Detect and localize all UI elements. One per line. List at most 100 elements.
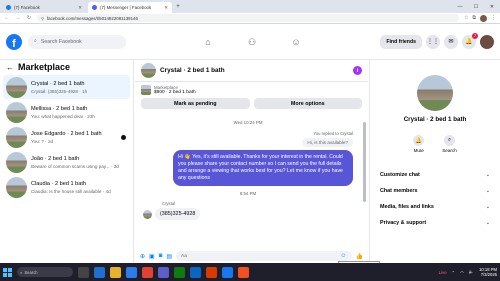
store-icon[interactable] — [126, 266, 137, 278]
browser-tab-strip: (7) Facebook ✕ (7) Messenger | Facebook … — [0, 0, 500, 13]
info-icon[interactable]: i — [353, 66, 362, 75]
app-icon[interactable] — [190, 266, 201, 278]
teams-icon[interactable] — [158, 266, 169, 278]
app-icon[interactable] — [174, 266, 185, 278]
timestamp: Wed 10:24 PM — [233, 120, 263, 125]
conversation-item[interactable]: Jose Edgardo · 2 bed 1 bath You: ? · 2d — [3, 125, 130, 149]
app-icon[interactable] — [206, 266, 217, 278]
file-explorer-icon[interactable] — [110, 266, 121, 278]
quoted-message[interactable]: Hi, is this available? — [302, 138, 353, 147]
live-indicator[interactable]: Live — [439, 270, 447, 275]
mute-button[interactable]: 🔔 Mute — [413, 135, 425, 153]
messenger-icon[interactable]: ✉ — [444, 34, 458, 49]
minimize-button[interactable]: — — [452, 4, 468, 10]
search-input[interactable]: ⌕ Search Facebook — [28, 34, 126, 49]
conversation-preview: You: what happened dear · 23h — [31, 113, 95, 119]
listing-thumbnail[interactable] — [141, 63, 156, 78]
back-arrow-icon[interactable]: ← — [4, 15, 10, 21]
back-arrow-icon[interactable]: ← — [6, 63, 14, 72]
notifications-bell-icon[interactable]: 🔔 7 — [462, 32, 478, 49]
extensions-icon[interactable]: ⧉ — [472, 15, 476, 22]
chat-members-section[interactable]: Chat members ⌄ — [370, 183, 500, 199]
app-icon[interactable] — [238, 266, 249, 278]
close-tab-icon[interactable]: ✕ — [164, 5, 168, 11]
taskbar-search[interactable]: ⌕ Search — [17, 267, 73, 277]
gif-icon[interactable]: ▤ — [166, 253, 172, 260]
chat-scrollbar[interactable] — [363, 122, 366, 202]
conversation-info-panel: Crystal · 2 bed 1 bath 🔔 Mute ⌕ Search C… — [369, 60, 500, 263]
close-tab-icon[interactable]: ✕ — [78, 5, 82, 11]
media-files-links-section[interactable]: Media, files and links ⌄ — [370, 199, 500, 215]
conversation-name: Claudia · 2 bed 1 bath — [31, 180, 87, 187]
menu-grid-icon[interactable]: ⋮⋮ — [426, 34, 440, 49]
listing-card: Marketplace $900 · 2 bed 1 bath Mark as … — [135, 82, 368, 109]
account-avatar[interactable] — [480, 34, 494, 49]
outgoing-message[interactable]: Hi 👋 Yes, it's still available. Thanks f… — [173, 150, 353, 186]
reload-icon[interactable]: ↻ — [26, 15, 32, 21]
find-friends-button[interactable]: Find friends — [380, 34, 422, 49]
reply-label: You replied to Crystal — [313, 131, 353, 136]
home-icon[interactable]: ⌂ — [198, 37, 218, 47]
wifi-icon[interactable]: ◠ — [460, 270, 464, 275]
task-view-icon[interactable] — [78, 266, 89, 278]
close-window-button[interactable]: ✕ — [484, 4, 500, 10]
listing-thumbnail — [6, 176, 27, 198]
messenger-app-icon[interactable] — [222, 266, 233, 278]
star-icon[interactable]: ☆ — [464, 15, 468, 22]
chat-panel: Crystal · 2 bed 1 bath i Marketplace $90… — [135, 60, 368, 263]
clock[interactable]: 10:18 PM 7/3/2025 — [479, 267, 497, 277]
incoming-message[interactable]: (385)325-4928 — [155, 208, 201, 220]
section-label: Media, files and links — [380, 204, 434, 210]
conversation-item[interactable]: Mellissa · 2 bed 1 bath You: what happen… — [3, 100, 130, 124]
message-thread[interactable]: Wed 10:24 PM You replied to Crystal Hi, … — [135, 120, 361, 245]
marketplace-conversations-panel: ← Marketplace Crystal · 2 bed 1 bath Cry… — [0, 60, 134, 263]
listing-thumbnail — [6, 101, 27, 123]
facebook-logo[interactable]: f — [6, 33, 22, 50]
customize-chat-section[interactable]: Customize chat ⌄ — [370, 167, 500, 183]
chat-header: Crystal · 2 bed 1 bath i — [135, 60, 368, 82]
chevron-up-icon[interactable]: ⌃ — [452, 270, 456, 275]
browser-tab-facebook[interactable]: (7) Facebook ✕ — [2, 2, 86, 13]
center-nav: ⌂ ⚇ ☺ — [198, 24, 306, 60]
search-conversation-button[interactable]: ⌕ Search — [442, 135, 457, 153]
profile-avatar[interactable] — [480, 14, 487, 22]
url-text: facebook.com/messages/t/5014922081139146 — [46, 15, 138, 21]
thumbs-up-icon[interactable]: 👍 — [356, 253, 363, 260]
forward-arrow-icon[interactable]: → — [15, 15, 21, 21]
plus-icon[interactable]: ⊕ — [140, 253, 145, 260]
listing-photo[interactable] — [417, 75, 453, 111]
emoji-icon[interactable]: ☺ — [340, 253, 346, 259]
sticker-icon[interactable]: ◙ — [159, 253, 163, 259]
url-field[interactable]: ⚲ facebook.com/messages/t/50149220811391… — [37, 14, 459, 22]
tab-label: (7) Messenger | Facebook — [100, 5, 152, 10]
chrome-icon[interactable] — [142, 266, 153, 278]
listing-thumbnail — [6, 76, 27, 98]
conversation-item[interactable]: Crystal · 2 bed 1 bath Crystal: (385)325… — [3, 75, 130, 99]
groups-icon[interactable]: ☺ — [286, 37, 306, 47]
friends-icon[interactable]: ⚇ — [242, 37, 262, 48]
chat-title[interactable]: Crystal · 2 bed 1 bath — [160, 67, 349, 74]
conversation-item[interactable]: Claudia · 2 bed 1 bath Claudia: Is the h… — [3, 175, 130, 199]
chevron-down-icon: ⌄ — [485, 220, 490, 226]
browser-tab-messenger[interactable]: (7) Messenger | Facebook ✕ — [88, 2, 172, 13]
search-label: Search — [442, 148, 457, 153]
header-right: Find friends ⋮⋮ ✉ 🔔 7 — [380, 32, 494, 49]
image-icon[interactable]: ▣ — [149, 253, 155, 260]
sender-avatar[interactable] — [143, 209, 152, 219]
site-info-icon[interactable]: ⚲ — [41, 16, 44, 21]
search-icon: ⌕ — [34, 38, 37, 44]
new-tab-button[interactable]: + — [174, 2, 182, 13]
conversation-item[interactable]: João · 2 bed 1 bath Beware of common sca… — [3, 150, 130, 174]
messenger-favicon-icon — [92, 5, 97, 10]
edge-icon[interactable] — [94, 266, 105, 278]
privacy-support-section[interactable]: Privacy & support ⌄ — [370, 215, 500, 231]
system-tray: Live ⌃ ◠ 🔈 10:18 PM 7/3/2025 — [439, 267, 497, 277]
maximize-button[interactable]: ☐ — [468, 4, 484, 10]
volume-icon[interactable]: 🔈 — [469, 269, 474, 275]
mark-as-pending-button[interactable]: Mark as pending — [141, 98, 250, 109]
more-options-button[interactable]: More options — [253, 98, 362, 109]
menu-dots-icon[interactable]: ⋮ — [491, 15, 496, 22]
windows-start-icon[interactable] — [3, 267, 12, 277]
message-input[interactable]: Aa ☺ — [176, 251, 352, 261]
listing-thumbnail[interactable] — [141, 85, 151, 95]
